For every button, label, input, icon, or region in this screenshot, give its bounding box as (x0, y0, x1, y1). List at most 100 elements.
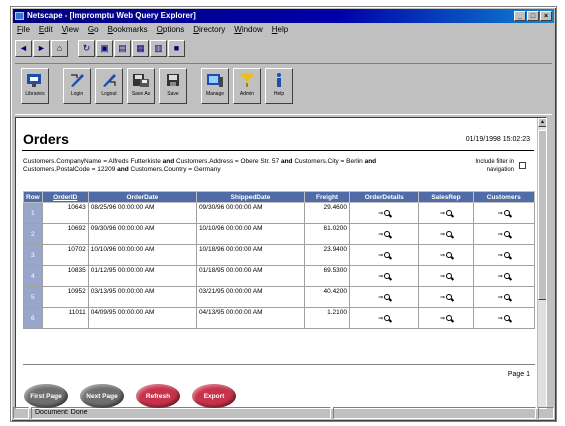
sales-rep-link[interactable]: ⇒ (418, 307, 474, 329)
order-details-link[interactable]: ⇒ (349, 307, 420, 329)
row-number[interactable]: 2 (23, 223, 43, 245)
drill-arrow-icon: ⇒ (439, 252, 445, 259)
vertical-scrollbar[interactable]: ▲ (537, 118, 546, 408)
paging-buttons: First Page Next Page Refresh Export (24, 384, 236, 408)
toolbar-button-save[interactable]: Save (159, 68, 187, 104)
title-divider (22, 150, 534, 151)
forward-button[interactable]: ► (33, 39, 50, 57)
first-page-button[interactable]: First Page (24, 384, 68, 408)
order-date-cell: 10/10/96 00:00:00 AM (87, 244, 197, 266)
toolbar-button-save-as[interactable]: Save As (127, 68, 155, 104)
menu-directory[interactable]: Directory (193, 24, 225, 36)
export-button[interactable]: Export (192, 384, 236, 408)
customers-link[interactable]: ⇒ (472, 202, 535, 224)
sales-rep-link[interactable]: ⇒ (418, 265, 474, 287)
freight-cell: 1.2100 (304, 307, 351, 329)
toolbar-button-login[interactable]: Login (63, 68, 91, 104)
scroll-up-icon[interactable]: ▲ (538, 118, 546, 127)
order-date-cell: 08/25/96 00:00:00 AM (87, 202, 197, 224)
magnifier-icon (445, 273, 452, 279)
order-details-link[interactable]: ⇒ (349, 223, 420, 245)
orders-table: Row OrderID OrderDate ShippedDate Freigh… (23, 191, 535, 329)
freight-cell: 69.5300 (304, 265, 351, 287)
order-id-cell: 10692 (41, 223, 89, 245)
filter-description: Customers.CompanyName = Alfreds Futterki… (23, 158, 443, 174)
menu-bookmarks[interactable]: Bookmarks (108, 24, 148, 36)
include-filter-checkbox[interactable] (519, 162, 526, 169)
column-header-orderdate[interactable]: OrderDate (87, 191, 197, 203)
row-number[interactable]: 4 (23, 265, 43, 287)
menu-view[interactable]: View (62, 24, 79, 36)
customers-link[interactable]: ⇒ (472, 286, 535, 308)
magnifier-icon (445, 252, 452, 258)
images-button[interactable]: ▣ (96, 39, 113, 57)
magnifier-icon (445, 315, 452, 321)
drill-arrow-icon: ⇒ (378, 252, 384, 259)
title-bar: Netscape - [Impromptu Web Query Explorer… (13, 9, 554, 23)
drill-arrow-icon: ⇒ (378, 231, 384, 238)
next-page-button[interactable]: Next Page (80, 384, 124, 408)
close-button[interactable]: × (540, 11, 552, 21)
shipped-date-cell: 03/21/95 00:00:00 AM (195, 286, 306, 308)
order-id-cell: 10952 (41, 286, 89, 308)
status-text: Document: Done (31, 407, 331, 419)
home-button[interactable]: ⌂ (51, 39, 68, 57)
toolbar-button-libraries[interactable]: Libraries (21, 68, 49, 104)
open-icon: ▤ (118, 42, 127, 53)
order-details-link[interactable]: ⇒ (349, 202, 420, 224)
report-content: Orders 01/19/1998 15:02:23 Customers.Com… (15, 117, 547, 409)
customers-link[interactable]: ⇒ (472, 244, 535, 266)
row-number[interactable]: 5 (23, 286, 43, 308)
reload-button[interactable]: ↻ (78, 39, 95, 57)
order-details-link[interactable]: ⇒ (349, 265, 420, 287)
menu-go[interactable]: Go (88, 24, 99, 36)
toolbar-button-logout[interactable]: Logout (95, 68, 123, 104)
row-number[interactable]: 3 (23, 244, 43, 266)
back-button[interactable]: ◄ (15, 39, 32, 57)
menu-options[interactable]: Options (157, 24, 185, 36)
menu-edit[interactable]: Edit (39, 24, 53, 36)
sales-rep-link[interactable]: ⇒ (418, 244, 474, 266)
column-header-shippeddate[interactable]: ShippedDate (195, 191, 306, 203)
row-number[interactable]: 6 (23, 307, 43, 329)
print-button[interactable]: ▦ (132, 39, 149, 57)
include-filter-option: Include filter in navigation (456, 158, 526, 174)
mail-icon[interactable] (538, 407, 554, 419)
logout-icon (100, 72, 118, 88)
save-as-icon (132, 72, 150, 88)
shipped-date-cell: 10/18/96 00:00:00 AM (195, 244, 306, 266)
menu-window[interactable]: Window (234, 24, 262, 36)
maximize-button[interactable]: □ (527, 11, 539, 21)
order-details-link[interactable]: ⇒ (349, 286, 420, 308)
menu-file[interactable]: File (17, 24, 30, 36)
column-header-salesrep: SalesRep (418, 191, 474, 203)
filter-clause: Customers.City = Berlin (292, 158, 365, 165)
sales-rep-link[interactable]: ⇒ (418, 223, 474, 245)
column-header-orderdetails: OrderDetails (349, 191, 420, 203)
customers-link[interactable]: ⇒ (472, 307, 535, 329)
sales-rep-link[interactable]: ⇒ (418, 202, 474, 224)
find-button[interactable]: ▥ (150, 39, 167, 57)
stop-button[interactable]: ■ (168, 39, 185, 57)
drill-arrow-icon: ⇒ (439, 273, 445, 280)
minimize-button[interactable]: _ (514, 11, 526, 21)
customers-link[interactable]: ⇒ (472, 265, 535, 287)
order-date-cell: 01/12/95 00:00:00 AM (87, 265, 197, 287)
scroll-thumb[interactable] (538, 130, 546, 300)
column-header-freight[interactable]: Freight (304, 191, 351, 203)
row-number[interactable]: 1 (23, 202, 43, 224)
menu-help[interactable]: Help (272, 24, 288, 36)
table-row: 2 10692 09/30/96 00:00:00 AM 10/10/96 00:00… (23, 223, 535, 245)
filter-operator: and (117, 166, 129, 173)
toolbar-button-admin[interactable]: Admin (233, 68, 261, 104)
customers-link[interactable]: ⇒ (472, 223, 535, 245)
toolbar-button-help[interactable]: Help (265, 68, 293, 104)
order-details-link[interactable]: ⇒ (349, 244, 420, 266)
drill-arrow-icon: ⇒ (497, 294, 503, 301)
sales-rep-link[interactable]: ⇒ (418, 286, 474, 308)
filter-clause: Customers.PostalCode = 12209 (23, 166, 118, 173)
refresh-button[interactable]: Refresh (136, 384, 180, 408)
toolbar-button-manage[interactable]: Manage (201, 68, 229, 104)
open-button[interactable]: ▤ (114, 39, 131, 57)
column-header-orderid[interactable]: OrderID (41, 191, 89, 203)
